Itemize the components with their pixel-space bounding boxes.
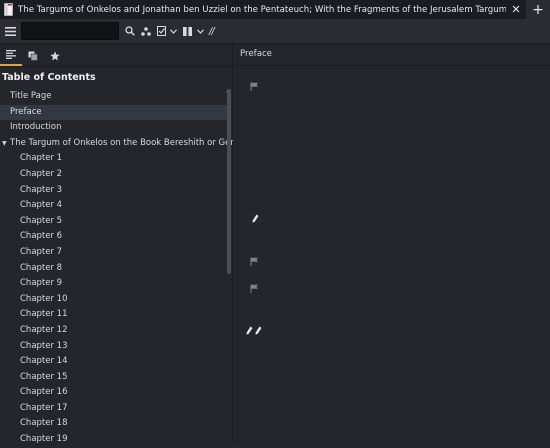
toc-item-chapter[interactable]: Chapter 5 (0, 214, 228, 230)
toc-item-label: The Targum of Onkelos on the Book Beresh… (10, 137, 253, 148)
toc-item-chapter[interactable]: Chapter 3 (0, 183, 228, 199)
title-bar: The Targums of Onkelos and Jonathan ben … (0, 0, 550, 19)
toc-item-title-page[interactable]: Title Page (0, 89, 228, 105)
toc-item-label: Chapter 2 (20, 168, 63, 179)
new-tab-button[interactable]: + (526, 0, 550, 19)
bookmark-flag-icon[interactable] (250, 284, 259, 296)
toc-list: Title Page Preface Introduction ▼ The Tar… (0, 89, 252, 448)
sidebar-tabs (0, 44, 232, 67)
highlight-pen-icon[interactable] (246, 326, 253, 338)
toc-item-genesis[interactable]: ▼ The Targum of Onkelos on the Book Beres… (0, 136, 252, 152)
toc-item-preface[interactable]: Preface (0, 104, 228, 121)
search-icon[interactable] (123, 19, 137, 43)
annotations-tab[interactable] (22, 45, 44, 66)
toc-item-chapter[interactable]: Chapter 18 (0, 416, 228, 432)
toc-item-label: Chapter 18 (20, 418, 68, 429)
sidebar: Table of Contents Title Page Preface Int… (0, 44, 252, 444)
toc-item-label: Chapter 16 (20, 387, 68, 398)
toc-item-label: Title Page (10, 91, 52, 101)
annotations-icon[interactable] (137, 19, 155, 43)
toc-item-chapter[interactable]: Chapter 10 (0, 292, 228, 308)
columns-icon[interactable] (179, 19, 195, 43)
search-input[interactable] (21, 22, 119, 40)
list-icon (6, 50, 16, 59)
toc-item-label: Chapter 5 (20, 215, 63, 226)
bookmark-flag-icon[interactable] (250, 257, 259, 269)
toc-item-chapter[interactable]: Chapter 7 (0, 245, 228, 261)
contents-tab[interactable] (0, 45, 22, 66)
toc-item-chapter[interactable]: Chapter 9 (0, 276, 228, 292)
book-icon (4, 3, 13, 16)
highlight-pen-icon[interactable] (252, 214, 259, 226)
toc-item-chapter[interactable]: Chapter 11 (0, 307, 228, 323)
toc-item-label: Chapter 12 (20, 324, 68, 335)
toc-item-chapter[interactable]: Chapter 4 (0, 198, 228, 214)
toc-item-chapter[interactable]: Chapter 15 (0, 370, 228, 386)
menu-icon[interactable] (2, 19, 18, 43)
caret-down-icon[interactable]: ▼ (2, 136, 10, 152)
toc-item-chapter[interactable]: Chapter 6 (0, 229, 228, 245)
slash-icon[interactable]: // (209, 26, 215, 37)
toc-item-label: Preface (10, 106, 42, 117)
highlight-pen-icon[interactable] (255, 326, 262, 338)
chevron-down-icon[interactable] (195, 19, 205, 43)
toc-item-label: Chapter 17 (20, 402, 68, 413)
toc-item-label: Chapter 9 (20, 278, 63, 289)
toolbar: // (0, 19, 550, 44)
toc-item-label: Chapter 3 (20, 184, 63, 195)
toc-item-label: Chapter 1 (20, 153, 63, 164)
toc-item-chapter[interactable]: Chapter 19 (0, 432, 228, 448)
close-tab-button[interactable]: ✕ (506, 0, 526, 19)
toc-item-label: Chapter 15 (20, 371, 68, 382)
toc-item-label: Chapter 7 (20, 246, 63, 257)
toc-item-chapter[interactable]: Chapter 14 (0, 354, 228, 370)
pages-icon (28, 51, 38, 61)
toc-item-label: Chapter 6 (20, 231, 63, 242)
sidebar-scrollbar[interactable] (227, 89, 231, 274)
star-icon (50, 50, 60, 60)
toc-item-chapter[interactable]: Chapter 12 (0, 323, 228, 339)
toc-item-chapter[interactable]: Chapter 16 (0, 385, 228, 401)
toc-item-chapter[interactable]: Chapter 1 (0, 151, 228, 167)
content-pane: Preface (233, 44, 550, 443)
toc-item-label: Chapter 14 (20, 356, 68, 367)
bookmarks-tab[interactable] (44, 45, 66, 66)
toc-item-label: Chapter 11 (20, 309, 68, 320)
toc-item-label: Chapter 4 (20, 200, 63, 211)
toc-heading: Table of Contents (2, 72, 96, 83)
toc-item-label: Introduction (10, 122, 62, 133)
chevron-down-icon[interactable] (167, 19, 179, 43)
bookmark-icon[interactable] (155, 19, 167, 43)
toc-item-introduction[interactable]: Introduction (0, 120, 228, 136)
toc-item-chapter[interactable]: Chapter 8 (0, 261, 228, 277)
toc-item-chapter[interactable]: Chapter 17 (0, 401, 228, 417)
content-header: Preface (233, 44, 550, 66)
window-title: The Targums of Onkelos and Jonathan ben … (18, 4, 506, 15)
toc-item-chapter[interactable]: Chapter 13 (0, 339, 228, 355)
toc-item-chapter[interactable]: Chapter 2 (0, 167, 228, 183)
bookmark-flag-icon[interactable] (250, 82, 259, 94)
toc-item-label: Chapter 13 (20, 340, 68, 351)
toc-item-label: Chapter 8 (20, 262, 63, 273)
toc-item-label: Chapter 10 (20, 293, 68, 304)
